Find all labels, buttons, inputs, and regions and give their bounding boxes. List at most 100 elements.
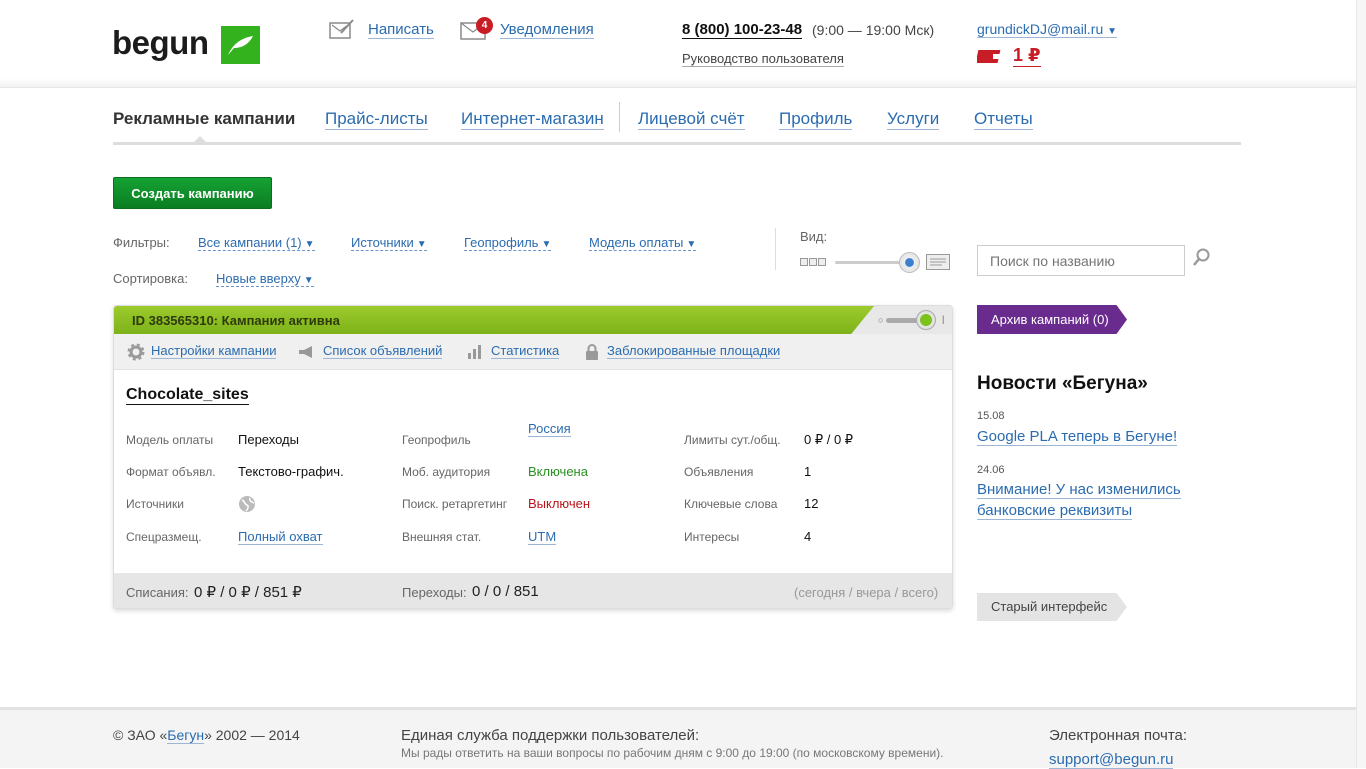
view-label: Вид: xyxy=(800,229,828,244)
nav-item-campaigns[interactable]: Рекламные кампании xyxy=(113,109,295,129)
begun-link[interactable]: Бегун xyxy=(167,727,205,744)
view-slider-knob[interactable] xyxy=(899,252,920,273)
support-title: Единая служба поддержки пользователей: xyxy=(401,727,700,744)
support-email-link[interactable]: support@begun.ru xyxy=(1049,751,1174,769)
clicks-label: Переходы: xyxy=(402,585,467,600)
chevron-down-icon: ▼ xyxy=(686,239,697,250)
search-icon[interactable] xyxy=(1192,248,1212,268)
account-balance[interactable]: 1 ₽ xyxy=(1013,45,1041,67)
sort-label: Сортировка: xyxy=(113,271,188,286)
campaign-name[interactable]: Chocolate_sites xyxy=(126,386,249,405)
payment-model-value: Переходы xyxy=(238,432,299,447)
nav-item-profile[interactable]: Профиль xyxy=(779,109,853,130)
retargeting-value: Выключен xyxy=(528,496,591,511)
filter-payment-value: Модель оплаты xyxy=(589,235,684,250)
campaign-card-footer: Списания: 0 ₽ / 0 ₽ / 851 ₽ Переходы: 0 … xyxy=(114,573,952,608)
write-link[interactable]: Написать xyxy=(368,21,434,39)
footer: © ЗАО «Бегун» 2002 — 2014 Единая служба … xyxy=(0,707,1366,769)
external-stat-label: Внешняя стат. xyxy=(402,530,482,544)
mobile-audience-label: Моб. аудитория xyxy=(402,465,491,479)
external-stat-link[interactable]: UTM xyxy=(528,529,557,545)
limits-value: 0 ₽ / 0 ₽ xyxy=(804,432,854,447)
filter-campaigns-value: Все кампании (1) xyxy=(198,235,302,250)
campaign-status-title: ID 383565310: Кампания активна xyxy=(132,313,340,328)
news-date: 24.06 xyxy=(977,464,1005,476)
nav-active-indicator xyxy=(193,136,207,143)
clicks-value: 0 / 0 / 851 xyxy=(472,583,539,600)
sources-label: Источники xyxy=(126,497,184,511)
payment-model-label: Модель оплаты xyxy=(126,433,214,447)
special-label: Спецразмещ. xyxy=(126,530,202,544)
chevron-down-icon: ▼ xyxy=(541,239,552,250)
gear-icon xyxy=(127,343,145,361)
ad-format-value: Текстово-графич. xyxy=(238,464,344,479)
detailed-view-icon[interactable] xyxy=(926,254,950,270)
view-divider xyxy=(775,228,776,270)
news-link-text: Внимание! У нас изменились банковские ре… xyxy=(977,481,1181,520)
campaign-toggle-knob[interactable] xyxy=(916,310,936,330)
user-manual-link[interactable]: Руководство пользователя xyxy=(682,51,844,67)
account-menu[interactable]: grundickDJ@mail.ru ▼ xyxy=(977,21,1118,38)
nav-item-shop[interactable]: Интернет-магазин xyxy=(461,109,604,130)
copyright-prefix: © ЗАО « xyxy=(113,727,168,743)
filter-campaigns-dropdown[interactable]: Все кампании (1) ▼ xyxy=(198,235,315,251)
logo-text[interactable]: begun xyxy=(112,24,209,62)
notifications-link[interactable]: Уведомления xyxy=(500,21,594,39)
filters-label: Фильтры: xyxy=(113,235,170,250)
blocked-sites-link[interactable]: Заблокированные площадки xyxy=(607,343,781,359)
header: begun Написать 4 Уведомления 8 (800) 100… xyxy=(0,0,1366,88)
support-hours: (9:00 — 19:00 Мск) xyxy=(812,22,935,38)
old-interface-button[interactable]: Старый интерфейс xyxy=(977,593,1127,621)
copyright: © ЗАО «Бегун» 2002 — 2014 xyxy=(113,727,300,744)
nav-divider xyxy=(619,102,620,132)
statistics-link[interactable]: Статистика xyxy=(491,343,560,359)
view-slider-track[interactable] xyxy=(835,261,907,264)
compact-view-icon[interactable] xyxy=(800,258,826,267)
sort-value: Новые вверху xyxy=(216,271,301,286)
keywords-label: Ключевые слова xyxy=(684,497,778,511)
sort-dropdown[interactable]: Новые вверху ▼ xyxy=(216,271,314,287)
mobile-audience-value: Включена xyxy=(528,464,588,479)
interests-label: Интересы xyxy=(684,530,740,544)
chevron-down-icon: ▼ xyxy=(1107,26,1118,37)
special-value-link[interactable]: Полный охват xyxy=(238,529,323,545)
geo-value-link[interactable]: Россия xyxy=(528,421,571,437)
news-link[interactable]: Внимание! У нас изменились банковские ре… xyxy=(977,479,1207,521)
lock-icon xyxy=(586,344,598,360)
scrollbar[interactable] xyxy=(1356,0,1366,768)
ads-list-link[interactable]: Список объявлений xyxy=(323,343,443,359)
nav-item-price-lists[interactable]: Прайс-листы xyxy=(325,109,428,130)
filter-geo-dropdown[interactable]: Геопрофиль ▼ xyxy=(464,235,552,251)
create-campaign-button[interactable]: Создать кампанию xyxy=(113,177,272,209)
logo-icon[interactable] xyxy=(221,26,260,64)
bar-chart-icon xyxy=(468,345,481,359)
geo-label: Геопрофиль xyxy=(402,433,471,447)
chevron-down-icon: ▼ xyxy=(416,239,427,250)
globe-icon xyxy=(239,496,255,512)
support-text: Мы рады ответить на ваши вопросы по рабо… xyxy=(401,746,944,760)
campaign-card: ID 383565310: Кампания активна ○ | Настр… xyxy=(113,305,953,609)
news-title: Новости «Бегуна» xyxy=(977,373,1148,394)
news-link[interactable]: Google PLA теперь в Бегуне! xyxy=(977,426,1178,447)
search-input[interactable] xyxy=(977,245,1185,276)
campaign-settings-link[interactable]: Настройки кампании xyxy=(151,343,277,359)
toggle-on-marker: | xyxy=(942,314,945,324)
nav-item-services[interactable]: Услуги xyxy=(887,109,940,130)
toggle-off-marker: ○ xyxy=(878,315,884,325)
compose-icon[interactable] xyxy=(329,18,355,40)
spend-label: Списания: xyxy=(126,585,189,600)
ads-value: 1 xyxy=(804,464,812,479)
megaphone-icon xyxy=(299,346,312,358)
campaign-card-header: ID 383565310: Кампания активна ○ | xyxy=(114,306,952,334)
email-label: Электронная почта: xyxy=(1049,727,1188,744)
ads-label: Объявления xyxy=(684,465,754,479)
account-email: grundickDJ@mail.ru xyxy=(977,21,1104,37)
nav-item-account[interactable]: Лицевой счёт xyxy=(638,109,745,130)
nav-item-reports[interactable]: Отчеты xyxy=(974,109,1033,130)
archive-button[interactable]: Архив кампаний (0) xyxy=(977,305,1127,334)
period-note: (сегодня / вчера / всего) xyxy=(794,585,939,600)
wallet-icon xyxy=(977,50,1001,63)
filter-sources-value: Источники xyxy=(351,235,414,250)
filter-sources-dropdown[interactable]: Источники ▼ xyxy=(351,235,427,251)
filter-payment-dropdown[interactable]: Модель оплаты ▼ xyxy=(589,235,697,251)
